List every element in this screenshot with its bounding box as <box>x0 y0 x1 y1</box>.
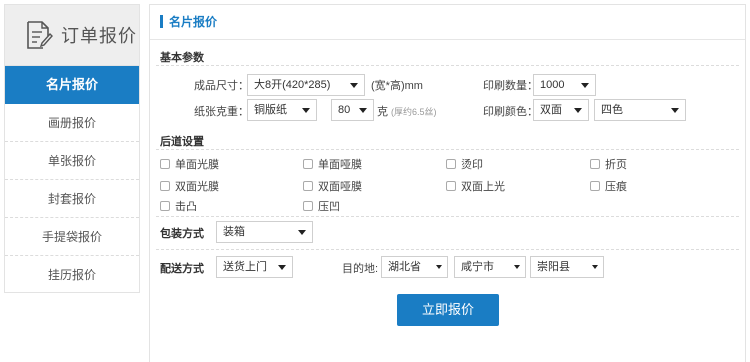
panel-title-text: 名片报价 <box>169 15 218 29</box>
divider <box>156 65 739 66</box>
chevron-down-icon <box>302 108 310 113</box>
province-select[interactable]: 湖北省 <box>381 256 448 278</box>
document-edit-icon <box>25 20 53 50</box>
chevron-down-icon <box>436 265 442 269</box>
packaging-label: 包装方式 <box>160 228 204 240</box>
sidebar-title: 订单报价 <box>61 26 137 46</box>
option-creasing[interactable]: 压痕 <box>590 178 627 194</box>
quantity-label: 印刷数量： <box>483 80 538 92</box>
checkbox[interactable] <box>446 159 456 169</box>
option-label: 击凸 <box>175 201 197 213</box>
sidebar-item-envelope[interactable]: 封套报价 <box>5 180 139 218</box>
chevron-down-icon <box>514 265 520 269</box>
chevron-down-icon <box>359 108 367 113</box>
post-process-heading: 后道设置 <box>160 136 204 148</box>
paper-weight-unit: 克 <box>377 106 388 118</box>
checkbox[interactable] <box>590 181 600 191</box>
packaging-select[interactable]: 装箱 <box>216 221 313 243</box>
checkbox[interactable] <box>303 181 313 191</box>
delivery-method-value: 送货上门 <box>223 261 267 273</box>
quote-panel: 名片报价 基本参数 成品尺寸： 大8开(420*285) (宽*高)mm 印刷数… <box>149 4 746 362</box>
divider <box>156 216 739 217</box>
delivery-method-select[interactable]: 送货上门 <box>216 256 293 278</box>
city-select[interactable]: 咸宁市 <box>454 256 526 278</box>
option-label: 单面光膜 <box>175 159 219 171</box>
chevron-down-icon <box>574 108 582 113</box>
checkbox[interactable] <box>446 181 456 191</box>
chevron-down-icon <box>298 230 306 235</box>
size-label: 成品尺寸： <box>194 80 249 92</box>
basic-params-heading: 基本参数 <box>160 52 204 64</box>
checkbox[interactable] <box>590 159 600 169</box>
option-label: 压凹 <box>318 201 340 213</box>
print-sides-select[interactable]: 双面 <box>533 99 589 121</box>
option-double-varnish[interactable]: 双面上光 <box>446 178 505 194</box>
sidebar-item-brochure[interactable]: 画册报价 <box>5 104 139 142</box>
sidebar-item-wall-calendar[interactable]: 挂历报价 <box>5 256 139 294</box>
city-value: 咸宁市 <box>461 261 494 273</box>
print-colors-value: 四色 <box>601 104 623 116</box>
checkbox[interactable] <box>160 201 170 211</box>
paper-weight-select[interactable]: 80 <box>331 99 374 121</box>
checkbox[interactable] <box>303 201 313 211</box>
option-label: 折页 <box>605 159 627 171</box>
sidebar-item-flyer[interactable]: 单张报价 <box>5 142 139 180</box>
option-label: 烫印 <box>461 159 483 171</box>
size-select-value: 大8开(420*285) <box>254 79 331 91</box>
option-label: 单面哑膜 <box>318 159 362 171</box>
sidebar-header: 订单报价 <box>5 5 139 66</box>
sidebar-item-handbag[interactable]: 手提袋报价 <box>5 218 139 256</box>
option-label: 双面上光 <box>461 181 505 193</box>
panel-title: 名片报价 <box>150 5 745 40</box>
print-sides-value: 双面 <box>540 104 562 116</box>
option-label: 双面哑膜 <box>318 181 362 193</box>
chevron-down-icon <box>350 83 358 88</box>
sidebar: 订单报价 名片报价 画册报价 单张报价 封套报价 手提袋报价 挂历报价 <box>4 4 140 293</box>
delivery-label: 配送方式 <box>160 263 204 275</box>
quantity-select-value: 1000 <box>540 79 565 91</box>
get-quote-button[interactable]: 立即报价 <box>397 294 499 326</box>
paper-type-value: 铜版纸 <box>254 104 287 116</box>
county-select[interactable]: 崇阳县 <box>530 256 604 278</box>
divider <box>156 249 739 250</box>
checkbox[interactable] <box>303 159 313 169</box>
size-select[interactable]: 大8开(420*285) <box>247 74 365 96</box>
option-embossing[interactable]: 击凸 <box>160 198 197 214</box>
paper-thickness-hint: (厚约6.5丝) <box>391 107 437 117</box>
option-double-gloss-film[interactable]: 双面光膜 <box>160 178 219 194</box>
title-accent-bar <box>160 15 163 28</box>
divider <box>156 149 739 150</box>
chevron-down-icon <box>671 108 679 113</box>
paper-weight-value: 80 <box>338 104 351 116</box>
quantity-select[interactable]: 1000 <box>533 74 596 96</box>
checkbox[interactable] <box>160 159 170 169</box>
county-value: 崇阳县 <box>537 261 570 273</box>
print-colors-select[interactable]: 四色 <box>594 99 686 121</box>
option-hot-stamping[interactable]: 烫印 <box>446 156 483 172</box>
option-label: 压痕 <box>605 181 627 193</box>
chevron-down-icon <box>278 265 286 270</box>
destination-label: 目的地: <box>342 263 379 275</box>
option-single-gloss-film[interactable]: 单面光膜 <box>160 156 219 172</box>
paper-label: 纸张克重： <box>194 106 249 118</box>
print-color-label: 印刷颜色： <box>483 106 538 118</box>
size-unit: (宽*高)mm <box>371 80 423 92</box>
option-single-matte-film[interactable]: 单面哑膜 <box>303 156 362 172</box>
option-double-matte-film[interactable]: 双面哑膜 <box>303 178 362 194</box>
paper-type-select[interactable]: 铜版纸 <box>247 99 317 121</box>
sidebar-menu: 名片报价 画册报价 单张报价 封套报价 手提袋报价 挂历报价 <box>5 66 139 294</box>
chevron-down-icon <box>592 265 598 269</box>
province-value: 湖北省 <box>388 261 421 273</box>
packaging-select-value: 装箱 <box>223 226 245 238</box>
sidebar-item-business-card[interactable]: 名片报价 <box>5 66 139 104</box>
option-folding[interactable]: 折页 <box>590 156 627 172</box>
chevron-down-icon <box>581 83 589 88</box>
checkbox[interactable] <box>160 181 170 191</box>
option-label: 双面光膜 <box>175 181 219 193</box>
option-debossing[interactable]: 压凹 <box>303 198 340 214</box>
